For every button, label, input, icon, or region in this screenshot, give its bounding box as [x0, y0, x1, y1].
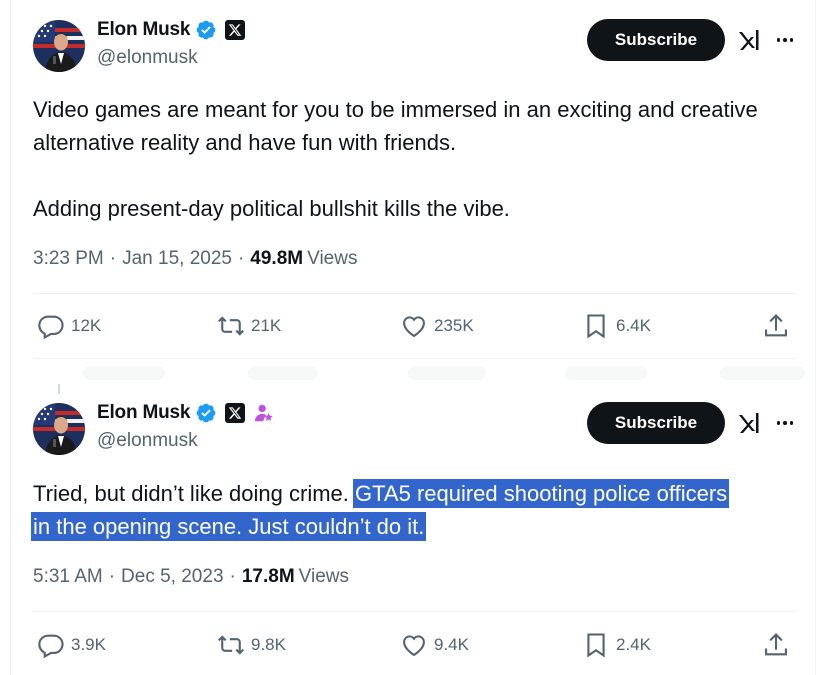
repost-button[interactable]: 21K [217, 306, 281, 346]
tweet-date[interactable]: Dec 5, 2023 [121, 566, 223, 588]
repost-count: 21K [251, 316, 282, 335]
like-icon [403, 635, 425, 657]
tweet-text: Video games are meant for you to be imme… [33, 93, 803, 225]
placeholder-bar [720, 366, 805, 380]
divider [33, 358, 797, 359]
bookmark-icon [587, 633, 605, 658]
views-count: 17.8M [241, 566, 295, 587]
placeholder-bar [83, 366, 165, 380]
avatar[interactable] [33, 403, 85, 455]
views-count: 49.8M [250, 248, 304, 269]
placeholder-bar [248, 366, 318, 380]
like-button[interactable]: 235K [400, 306, 474, 346]
author-name[interactable]: Elon Musk [97, 402, 190, 424]
action-bar: 3.9K 9.8K 9.4K 2.4K [33, 625, 797, 665]
tweet-paragraph: Adding present-day political bullshit ki… [33, 196, 510, 221]
placeholder-bar [565, 366, 647, 380]
author-name[interactable]: Elon Musk [97, 19, 190, 41]
avatar[interactable] [33, 20, 85, 72]
tweet-2[interactable]: Elon Musk @elonmusk Subscribe Tried, but… [0, 383, 826, 675]
tweet-text-selected: GTA5 required shooting police officers [352, 479, 730, 508]
x-logo-icon [225, 403, 246, 423]
grok-icon[interactable] [737, 411, 761, 435]
bookmark-count: 6.4K [616, 316, 651, 335]
bookmark-button[interactable]: 2.4K [582, 625, 651, 665]
repost-button[interactable]: 9.8K [217, 625, 286, 665]
bookmark-button[interactable]: 6.4K [582, 306, 651, 346]
author-handle[interactable]: @elonmusk [97, 47, 198, 69]
separator: · [109, 248, 117, 269]
grok-icon[interactable] [737, 28, 761, 52]
share-icon [765, 633, 787, 656]
tweet-meta: 5:31 AM · Dec 5, 2023 · 17.8M Views [33, 566, 349, 588]
tweet-1[interactable]: Elon Musk @elonmusk Subscribe Video game… [0, 0, 826, 360]
like-button[interactable]: 9.4K [400, 625, 469, 665]
separator: · [108, 566, 116, 587]
reply-button[interactable]: 3.9K [37, 625, 106, 665]
divider [33, 611, 797, 612]
share-icon [765, 314, 787, 337]
tweet-meta: 3:23 PM · Jan 15, 2025 · 49.8M Views [33, 248, 357, 270]
verified-badge-icon[interactable] [195, 19, 217, 41]
subscribe-button[interactable]: Subscribe [587, 402, 725, 444]
share-button[interactable] [762, 625, 790, 665]
tweet-time[interactable]: 3:23 PM [33, 248, 104, 270]
more-icon[interactable] [773, 411, 797, 435]
tweet-date[interactable]: Jan 15, 2025 [122, 248, 232, 270]
tweet-text: Tried, but didn’t like doing crime. GTA5… [30, 477, 803, 543]
repost-count: 9.8K [251, 635, 286, 654]
bookmark-count: 2.4K [616, 635, 651, 654]
subscribe-button[interactable]: Subscribe [587, 19, 725, 61]
verified-badge-icon[interactable] [195, 402, 217, 424]
separator: · [237, 248, 245, 269]
more-icon[interactable] [773, 28, 797, 52]
bookmark-icon [587, 314, 605, 339]
share-button[interactable] [762, 306, 790, 346]
tweet-paragraph: Video games are meant for you to be imme… [33, 97, 758, 155]
tweet-time[interactable]: 5:31 AM [33, 566, 103, 588]
repost-icon [218, 316, 244, 336]
placeholder-bar [408, 366, 486, 380]
author-handle[interactable]: @elonmusk [97, 430, 198, 452]
divider [33, 293, 797, 294]
separator: · [229, 566, 236, 587]
views-label: Views [307, 248, 358, 269]
reply-count: 3.9K [71, 635, 106, 654]
tweet-text-plain: Tried, but didn’t like doing crime. [33, 481, 355, 506]
repost-icon [218, 635, 244, 655]
x-logo-icon [225, 20, 246, 40]
role-badge-icon [253, 402, 275, 424]
reply-button[interactable]: 12K [37, 306, 101, 346]
like-icon [403, 316, 425, 338]
like-count: 235K [434, 316, 474, 335]
action-bar: 12K 21K 235K 6.4K [33, 306, 797, 346]
views-label: Views [298, 566, 349, 587]
reply-icon [38, 315, 64, 340]
reply-icon [38, 634, 64, 659]
reply-count: 12K [71, 316, 102, 335]
like-count: 9.4K [434, 635, 469, 654]
tweet-text-selected: in the opening scene. Just couldn’t do i… [30, 512, 427, 541]
